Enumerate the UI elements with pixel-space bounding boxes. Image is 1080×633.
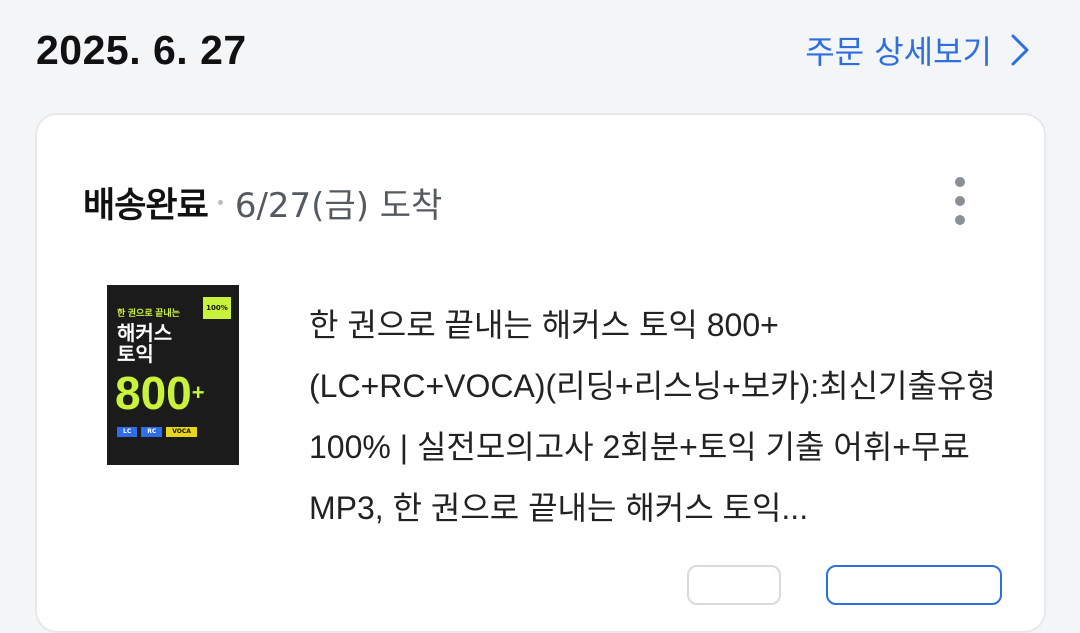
order-detail-label: 주문 상세보기 <box>805 33 992 71</box>
order-card: 배송완료 6/27(금) 도착 100% 한 권으로 끝내는 해커스 토익 80… <box>35 113 1046 633</box>
cover-tags: LC RC VOCA <box>117 427 197 437</box>
cover-title: 한 권으로 끝내는 해커스 토익 <box>117 308 180 366</box>
more-vertical-icon[interactable] <box>950 177 970 225</box>
cover-tag-voca: VOCA <box>166 427 197 437</box>
primary-action-button[interactable] <box>826 565 1002 605</box>
order-date: 2025. 6. 27 <box>36 26 247 73</box>
shipment-status: 배송완료 <box>83 185 209 226</box>
product-thumbnail[interactable]: 100% 한 권으로 끝내는 해커스 토익 800+ LC RC VOCA <box>107 285 239 465</box>
product-title[interactable]: 한 권으로 끝내는 해커스 토익 800+ (LC+RC+VOCA)(리딩+리스… <box>309 295 1009 539</box>
chevron-right-icon <box>1011 34 1029 66</box>
order-header: 2025. 6. 27 주문 상세보기 <box>36 24 1030 76</box>
arrival-date: 6/27(금) 도착 <box>234 185 443 226</box>
order-detail-link[interactable]: 주문 상세보기 <box>805 27 1030 73</box>
cover-score: 800+ <box>115 367 205 419</box>
cover-badge: 100% <box>203 297 231 319</box>
secondary-action-button[interactable] <box>687 565 781 605</box>
shipment-status-row: 배송완료 6/27(금) 도착 <box>83 177 974 227</box>
separator-dot <box>217 199 223 205</box>
cover-tag-rc: RC <box>141 427 163 437</box>
cover-tag-lc: LC <box>117 427 138 437</box>
